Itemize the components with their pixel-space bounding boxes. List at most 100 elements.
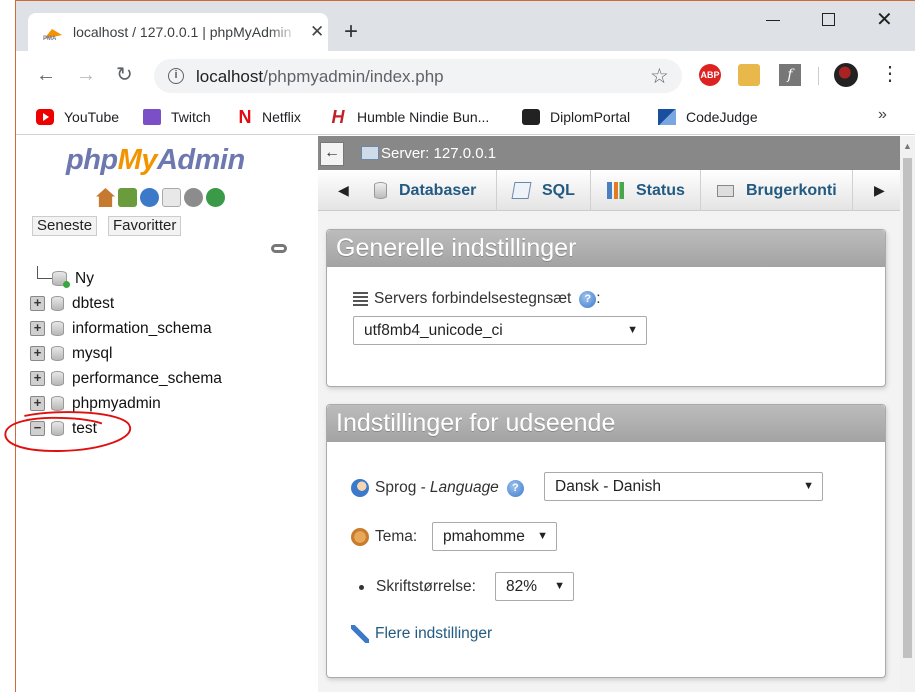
font-size-label-row: Skriftstørrelse:	[359, 578, 476, 596]
help-icon[interactable]	[140, 188, 159, 207]
logo-php: php	[66, 144, 118, 176]
tab-databases[interactable]: Databaser	[360, 170, 497, 211]
favorites-button[interactable]: Favoritter	[108, 216, 182, 236]
scrollbar-thumb[interactable]	[903, 158, 912, 658]
server-breadcrumb[interactable]: Server: 127.0.0.1	[381, 145, 496, 162]
more-settings-row[interactable]: Flere indstillinger	[351, 625, 492, 643]
pma-logo[interactable]: phpMyAdmin	[66, 144, 245, 177]
expand-icon[interactable]: +	[30, 346, 45, 361]
address-bar[interactable]: i localhost/phpmyadmin/index.php ☆	[154, 59, 682, 93]
bookmark-humble[interactable]: H Humble Nindie Bun...	[329, 106, 490, 128]
general-settings-title: Generelle indstillinger	[327, 230, 885, 267]
browser-titlebar: PMA localhost / 127.0.0.1 | phpMyAdmin ✕…	[16, 1, 915, 52]
bookmark-netflix[interactable]: N Netflix	[238, 106, 301, 128]
pma-main-content: ← Server: 127.0.0.1 ◀ Databaser SQL Stat…	[318, 136, 902, 692]
status-chart-icon	[607, 182, 624, 199]
expand-icon[interactable]: +	[30, 321, 45, 336]
documentation-icon[interactable]	[162, 188, 181, 207]
bookmark-label: CodeJudge	[686, 109, 758, 125]
tree-item-performance-schema[interactable]: + performance_schema	[26, 366, 222, 391]
browser-menu-icon[interactable]: ⋮	[880, 63, 900, 85]
browser-tab[interactable]: PMA localhost / 127.0.0.1 | phpMyAdmin ✕	[28, 13, 328, 52]
charset-icon	[353, 292, 368, 306]
font-size-select[interactable]: 82% ▼	[495, 572, 574, 601]
bookmark-twitch[interactable]: Twitch	[143, 106, 211, 128]
expand-icon[interactable]: +	[30, 396, 45, 411]
bookmarks-overflow-icon[interactable]: »	[878, 106, 887, 124]
charset-select[interactable]: utf8mb4_unicode_ci ▼	[353, 316, 647, 345]
theme-value: pmahomme	[443, 528, 525, 545]
recent-button[interactable]: Seneste	[32, 216, 98, 236]
general-settings-panel: Generelle indstillinger Servers forbinde…	[326, 229, 886, 387]
tab-sql[interactable]: SQL	[497, 170, 591, 211]
database-name[interactable]: performance_schema	[72, 370, 222, 388]
database-name[interactable]: information_schema	[72, 320, 212, 338]
adblock-icon[interactable]: ABP	[699, 64, 721, 86]
bookmark-star-icon[interactable]: ☆	[650, 64, 669, 89]
theme-select[interactable]: pmahomme ▼	[432, 522, 557, 551]
bookmark-label: Twitch	[171, 109, 211, 125]
expand-icon[interactable]: +	[30, 371, 45, 386]
reload-icon[interactable]: ↻	[116, 63, 133, 87]
collapse-navigation-button[interactable]: ←	[320, 142, 344, 166]
logout-icon[interactable]	[118, 188, 137, 207]
info-icon[interactable]: i	[168, 68, 184, 84]
home-icon[interactable]	[96, 188, 115, 207]
panel-divider	[304, 136, 318, 692]
tree-item-information-schema[interactable]: + information_schema	[26, 316, 222, 341]
database-icon	[51, 321, 64, 336]
scroll-tabs-right-icon[interactable]: ▶	[874, 182, 885, 199]
appearance-settings-panel: Indstillinger for udseende Sprog - Langu…	[326, 404, 886, 678]
maximize-button[interactable]	[822, 13, 835, 26]
language-label-en: Language	[429, 479, 499, 496]
charset-label: Servers forbindelsestegnsæt	[374, 290, 572, 307]
quick-links	[96, 188, 225, 207]
react-icon	[522, 109, 540, 125]
vertical-scrollbar[interactable]: ▲	[900, 136, 915, 692]
netflix-icon: N	[238, 107, 252, 127]
charset-label-row: Servers forbindelsestegnsæt ?:	[353, 290, 601, 308]
link-with-main-icon[interactable]	[271, 244, 287, 253]
humble-icon: H	[331, 107, 345, 127]
database-name[interactable]: dbtest	[72, 295, 114, 313]
reload-navigation-icon[interactable]	[206, 188, 225, 207]
bookmark-diplomportal[interactable]: DiplomPortal	[522, 106, 630, 128]
bookmark-codejudge[interactable]: CodeJudge	[658, 106, 758, 128]
scroll-up-icon[interactable]: ▲	[903, 141, 912, 151]
help-icon[interactable]: ?	[506, 479, 524, 497]
svg-text:PMA: PMA	[43, 36, 57, 41]
collapse-icon[interactable]: −	[30, 421, 45, 436]
tab-status[interactable]: Status	[591, 170, 701, 211]
tab-user-accounts[interactable]: Brugerkonti	[701, 170, 853, 211]
tree-item-mysql[interactable]: + mysql	[26, 341, 222, 366]
minimize-button[interactable]	[766, 20, 780, 21]
help-icon[interactable]: ?	[579, 290, 597, 308]
dropdown-arrow-icon: ▼	[803, 480, 814, 492]
new-tab-button[interactable]: +	[344, 18, 358, 46]
back-icon[interactable]: ←	[36, 63, 56, 87]
bookmark-youtube[interactable]: YouTube	[36, 106, 119, 128]
tree-item-new[interactable]: Ny	[26, 266, 222, 291]
tab-label: SQL	[542, 181, 575, 199]
expand-icon[interactable]: +	[30, 296, 45, 311]
new-database-link[interactable]: Ny	[75, 270, 94, 288]
url-text[interactable]: localhost/phpmyadmin/index.php	[196, 67, 444, 87]
tab-title: localhost / 127.0.0.1 | phpMyAdmin	[73, 24, 291, 40]
new-database-icon	[52, 271, 70, 288]
settings-gear-icon[interactable]	[184, 188, 203, 207]
close-window-button[interactable]: ✕	[876, 7, 893, 32]
scroll-tabs-left-icon[interactable]: ◀	[338, 182, 349, 199]
language-select[interactable]: Dansk - Danish ▼	[544, 472, 823, 501]
language-label: Sprog -	[375, 479, 426, 496]
more-settings-link[interactable]: Flere indstillinger	[375, 625, 492, 643]
tree-item-dbtest[interactable]: + dbtest	[26, 291, 222, 316]
codejudge-icon	[658, 109, 676, 125]
bullet	[359, 584, 364, 590]
bookmark-label: YouTube	[64, 109, 120, 125]
close-tab-icon[interactable]: ✕	[310, 22, 324, 42]
forward-icon[interactable]: →	[76, 63, 96, 87]
function-extension-icon[interactable]: f	[779, 64, 801, 86]
profile-avatar[interactable]	[834, 63, 858, 87]
database-name[interactable]: mysql	[72, 345, 112, 363]
extension-icon[interactable]	[738, 64, 760, 86]
